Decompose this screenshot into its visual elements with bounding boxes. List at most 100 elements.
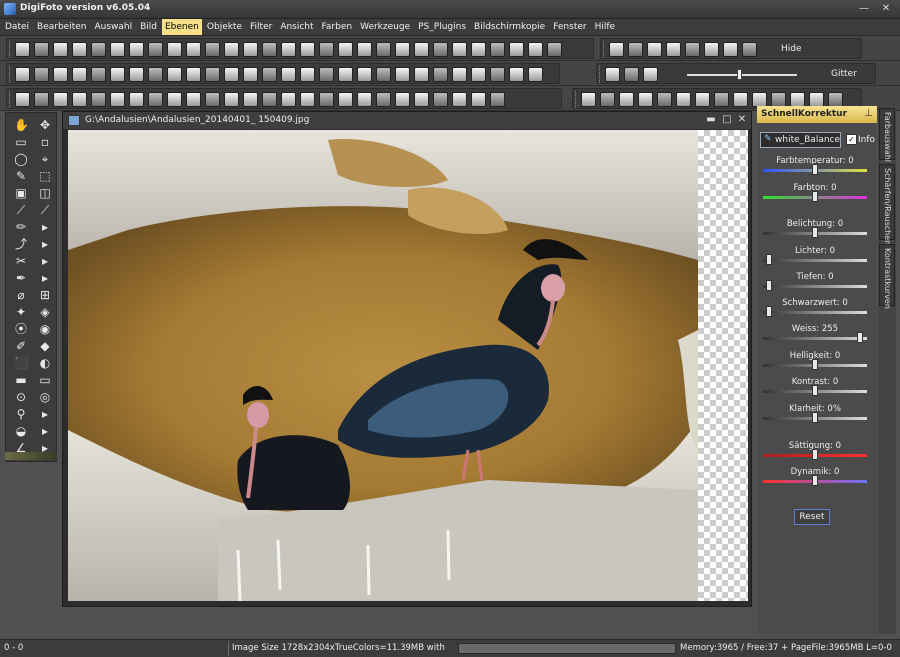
tool-icon[interactable]: ⟋: [38, 203, 52, 217]
tool-icon[interactable]: ✏: [14, 220, 28, 234]
tool-icon[interactable]: ✦: [14, 305, 28, 319]
menu-item-auswahl[interactable]: Auswahl: [91, 19, 135, 35]
toolbar-button[interactable]: [771, 92, 786, 107]
toolbar-button[interactable]: [262, 92, 277, 107]
toolbar-button[interactable]: [790, 92, 805, 107]
side-tab[interactable]: Farbauswahl: [879, 108, 895, 162]
toolbar-button[interactable]: [600, 92, 615, 107]
toolbar-button[interactable]: [628, 42, 643, 57]
toolbar-button[interactable]: [110, 67, 125, 82]
toolbar-button[interactable]: [490, 67, 505, 82]
tool-icon[interactable]: ✒: [14, 271, 28, 285]
toolbar-button[interactable]: [319, 67, 334, 82]
minimize-button[interactable]: —: [856, 2, 872, 16]
slider-track[interactable]: [763, 285, 867, 288]
toolbar-button[interactable]: [205, 92, 220, 107]
toolbar-button[interactable]: [300, 67, 315, 82]
tool-icon[interactable]: ⊞: [38, 288, 52, 302]
toolbar-button[interactable]: [72, 42, 87, 57]
tool-icon[interactable]: ▸: [38, 220, 52, 234]
toolbar-button[interactable]: [376, 67, 391, 82]
tool-icon[interactable]: ▸: [38, 424, 52, 438]
tool-icon[interactable]: ◯: [14, 152, 28, 166]
toolbar-button[interactable]: [723, 42, 738, 57]
slider-knob[interactable]: [812, 359, 818, 370]
tool-icon[interactable]: ✋: [14, 118, 29, 132]
toolbar-button[interactable]: [619, 92, 634, 107]
toolbar-button[interactable]: [129, 92, 144, 107]
toolbar-button[interactable]: [15, 67, 30, 82]
toolbar-grip[interactable]: [9, 66, 13, 83]
toolbar-button[interactable]: [34, 42, 49, 57]
side-tab[interactable]: Schärfen/Rauschen: [879, 164, 895, 245]
toolbar-button[interactable]: [53, 42, 68, 57]
slider-knob[interactable]: [766, 254, 772, 265]
slider-knob[interactable]: [812, 385, 818, 396]
toolbar-button[interactable]: [471, 92, 486, 107]
tool-icon[interactable]: ⤴: [14, 237, 28, 251]
toolbar-button[interactable]: [376, 42, 391, 57]
tool-icon[interactable]: ✂: [14, 254, 28, 268]
toolbar-grip[interactable]: [603, 41, 607, 58]
menu-item-fenster[interactable]: Fenster: [550, 19, 589, 35]
pin-icon[interactable]: ⊥: [864, 108, 873, 119]
toolbar-button[interactable]: [186, 42, 201, 57]
document-maximize-button[interactable]: □: [721, 114, 733, 126]
tool-icon[interactable]: ⦿: [14, 322, 28, 336]
tool-icon[interactable]: ▭: [14, 135, 28, 149]
reset-button[interactable]: Reset: [794, 509, 830, 525]
toolbar-button[interactable]: [395, 92, 410, 107]
menu-item-ps-plugins[interactable]: PS_Plugins: [415, 19, 469, 35]
toolbar-button[interactable]: [262, 42, 277, 57]
slider-knob[interactable]: [766, 280, 772, 291]
toolbar-button[interactable]: [742, 42, 757, 57]
toolbar-button[interactable]: [148, 42, 163, 57]
slider-track[interactable]: [763, 337, 867, 340]
toolbar-button[interactable]: [414, 42, 429, 57]
toolbar-button[interactable]: [714, 92, 729, 107]
toolbar-button[interactable]: [624, 67, 639, 82]
toolbar-button[interactable]: [676, 92, 691, 107]
photo-canvas[interactable]: [68, 130, 698, 601]
zoom-slider-track[interactable]: [687, 74, 797, 76]
toolbar-button[interactable]: [809, 92, 824, 107]
toolbar-button[interactable]: [243, 67, 258, 82]
toolbar-button[interactable]: [91, 67, 106, 82]
toolbar-button[interactable]: [15, 92, 30, 107]
toolbar-button[interactable]: [72, 92, 87, 107]
toolbar-button[interactable]: [547, 42, 562, 57]
toolbar-button[interactable]: [300, 92, 315, 107]
menu-item-ansicht[interactable]: Ansicht: [277, 19, 316, 35]
toolbar-button[interactable]: [452, 92, 467, 107]
tool-icon[interactable]: ◐: [38, 356, 52, 370]
slider-knob[interactable]: [766, 306, 772, 317]
toolbar-button[interactable]: [110, 92, 125, 107]
slider-track[interactable]: [763, 259, 867, 262]
toolbar-button[interactable]: [666, 42, 681, 57]
toolbar-button[interactable]: [433, 67, 448, 82]
toolbar-grip[interactable]: [599, 66, 603, 83]
document-close-button[interactable]: ✕: [736, 114, 748, 126]
toolbar-button[interactable]: [395, 67, 410, 82]
menu-item-werkzeuge[interactable]: Werkzeuge: [357, 19, 413, 35]
toolbar-button[interactable]: [186, 92, 201, 107]
toolbar-button[interactable]: [471, 42, 486, 57]
tool-icon[interactable]: ▸: [38, 271, 52, 285]
toolbar-button[interactable]: [243, 42, 258, 57]
info-checkbox[interactable]: ✓: [846, 134, 857, 145]
slider-knob[interactable]: [812, 164, 818, 175]
toolbar-button[interactable]: [647, 42, 662, 57]
toolbar-button[interactable]: [414, 92, 429, 107]
toolbar-button[interactable]: [433, 42, 448, 57]
slider-knob[interactable]: [812, 475, 818, 486]
toolbar-button[interactable]: [685, 42, 700, 57]
toolbar-button[interactable]: [281, 67, 296, 82]
white-balance-button[interactable]: ✎ white_Balance: [760, 132, 841, 148]
toolbar-button[interactable]: [91, 92, 106, 107]
tool-icon[interactable]: ◈: [38, 305, 52, 319]
side-tab[interactable]: Kontrastkurven: [879, 244, 895, 309]
toolbar-button[interactable]: [167, 67, 182, 82]
toolbar-button[interactable]: [262, 67, 277, 82]
menu-item-farben[interactable]: Farben: [319, 19, 356, 35]
toolbar-button[interactable]: [224, 67, 239, 82]
